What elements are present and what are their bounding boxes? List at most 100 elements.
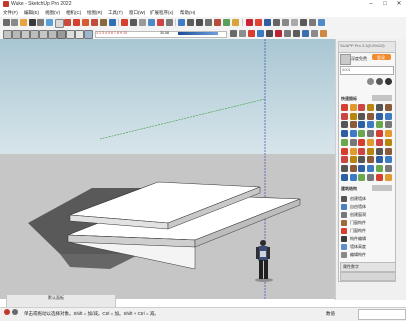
- plugin-tool-icon[interactable]: [375, 156, 383, 164]
- plugin-tool-icon[interactable]: [358, 112, 366, 120]
- plugin-tool-icon[interactable]: [375, 164, 383, 172]
- plugin-tool-icon[interactable]: [341, 147, 348, 155]
- arc-icon[interactable]: [46, 19, 53, 26]
- eraser-icon[interactable]: [20, 19, 27, 26]
- solid-inspector-icon[interactable]: [311, 30, 318, 37]
- plugin-tool-icon[interactable]: [375, 121, 383, 129]
- axes-icon[interactable]: [157, 19, 164, 26]
- camera-icon[interactable]: [300, 19, 307, 26]
- look-around-icon[interactable]: [232, 19, 239, 26]
- followme-icon[interactable]: [100, 19, 107, 26]
- plugin-tool-icon[interactable]: [358, 130, 366, 138]
- plugin-tool-icon[interactable]: [375, 173, 383, 181]
- list-item[interactable]: 墙体高度: [341, 244, 391, 251]
- pushpull-icon[interactable]: [64, 19, 71, 26]
- menu-help[interactable]: 帮助(H): [180, 10, 195, 16]
- plugin-tool-icon[interactable]: [341, 173, 348, 181]
- settings-icon[interactable]: [367, 78, 374, 85]
- tape-measure-icon[interactable]: [121, 19, 128, 26]
- front-view-icon[interactable]: [21, 30, 30, 39]
- panel-footer-toolbar[interactable]: [340, 272, 396, 281]
- plugin-tool-icon[interactable]: [367, 130, 375, 138]
- plugin-tool-icon[interactable]: [358, 164, 366, 172]
- menu-camera[interactable]: 相机(C): [66, 10, 81, 16]
- plugin-tool-icon[interactable]: [367, 173, 375, 181]
- close-button[interactable]: ✕: [392, 0, 406, 9]
- plugin-tool-icon[interactable]: [341, 104, 348, 111]
- refresh-icon[interactable]: [385, 78, 392, 85]
- rectangle-icon[interactable]: [55, 19, 64, 28]
- pencil-icon[interactable]: [29, 19, 36, 26]
- extension-warehouse-icon[interactable]: [255, 19, 262, 26]
- fog-icon[interactable]: [239, 30, 246, 37]
- pan-icon[interactable]: [187, 19, 194, 26]
- search-icon[interactable]: [376, 78, 383, 85]
- menu-draw[interactable]: 绘图(R): [87, 10, 102, 16]
- outer-shell-icon[interactable]: [266, 30, 273, 37]
- rotate-icon[interactable]: [82, 19, 89, 26]
- plugin-tool-icon[interactable]: [349, 130, 357, 138]
- move-icon[interactable]: [73, 19, 80, 26]
- plugin-tool-icon[interactable]: [349, 104, 357, 111]
- 3d-viewport[interactable]: [0, 39, 335, 299]
- plugin-tool-icon[interactable]: [384, 164, 392, 172]
- right-view-icon[interactable]: [30, 30, 39, 39]
- scale-slider[interactable]: [178, 32, 218, 35]
- offset-icon[interactable]: [109, 19, 116, 26]
- plugin-tool-icon[interactable]: [341, 130, 348, 138]
- measurements-input[interactable]: [358, 309, 406, 320]
- plugin-tool-icon[interactable]: [349, 147, 357, 155]
- plugin-tool-icon[interactable]: [375, 147, 383, 155]
- plugin-tool-icon[interactable]: [367, 164, 375, 172]
- avatar[interactable]: [340, 54, 351, 65]
- plugin-tool-icon[interactable]: [367, 104, 375, 111]
- plugin-tool-icon[interactable]: [358, 173, 366, 181]
- line-icon[interactable]: [37, 19, 44, 26]
- plugin-tool-icon[interactable]: [384, 147, 392, 155]
- list-item[interactable]: 自由墙体: [341, 204, 391, 211]
- subtract-icon[interactable]: [284, 30, 291, 37]
- plugin-tool-icon[interactable]: [384, 156, 392, 164]
- dropdown-icon[interactable]: [11, 19, 18, 26]
- top-view-icon[interactable]: [12, 30, 21, 39]
- orbit-icon[interactable]: [178, 19, 185, 26]
- zoom-icon[interactable]: [196, 19, 203, 26]
- menu-edit[interactable]: 编辑(E): [24, 10, 39, 16]
- shaded-icon[interactable]: [84, 30, 93, 39]
- scale-icon[interactable]: [91, 19, 98, 26]
- list-item[interactable]: 创建窗洞: [341, 212, 391, 219]
- list-item[interactable]: 构件编辑: [341, 236, 391, 243]
- left-view-icon[interactable]: [48, 30, 57, 39]
- plugin-tool-icon[interactable]: [349, 138, 357, 146]
- style-builder-icon[interactable]: [273, 19, 280, 26]
- xray-icon[interactable]: [57, 30, 66, 39]
- plugin-tool-icon[interactable]: [349, 156, 357, 164]
- dimension-icon[interactable]: [130, 19, 137, 26]
- menu-window[interactable]: 窗口(W): [129, 10, 145, 16]
- share-icon[interactable]: [318, 19, 325, 26]
- plugin-tool-icon[interactable]: [384, 138, 392, 146]
- plugin-tool-icon[interactable]: [358, 156, 366, 164]
- iso-view-icon[interactable]: [3, 30, 12, 39]
- hidden-line-icon[interactable]: [75, 30, 84, 39]
- layout-icon[interactable]: [264, 19, 271, 26]
- plugin-tool-icon[interactable]: [367, 138, 375, 146]
- plugin-tool-icon[interactable]: [358, 121, 366, 129]
- menu-extensions[interactable]: 扩展程序(x): [150, 10, 173, 16]
- walk-icon[interactable]: [223, 19, 230, 26]
- list-item[interactable]: 门窗构件: [341, 228, 391, 235]
- zoom-extents-icon[interactable]: [214, 19, 221, 26]
- plugin-tool-icon[interactable]: [341, 164, 348, 172]
- sun-icon[interactable]: [230, 30, 237, 37]
- plugin-tool-icon[interactable]: [375, 104, 383, 111]
- menu-tools[interactable]: 工具(T): [108, 10, 123, 16]
- intersect-icon[interactable]: [257, 30, 264, 37]
- plugin-tool-icon[interactable]: [349, 121, 357, 129]
- menu-view[interactable]: 视图(V): [45, 10, 60, 16]
- 3dtext-icon[interactable]: [166, 19, 173, 26]
- text-icon[interactable]: [148, 19, 155, 26]
- select-arrow-icon[interactable]: [3, 19, 10, 26]
- export-icon[interactable]: [282, 19, 289, 26]
- warehouse-icon[interactable]: [246, 19, 253, 26]
- search-input[interactable]: 0001: [342, 67, 351, 72]
